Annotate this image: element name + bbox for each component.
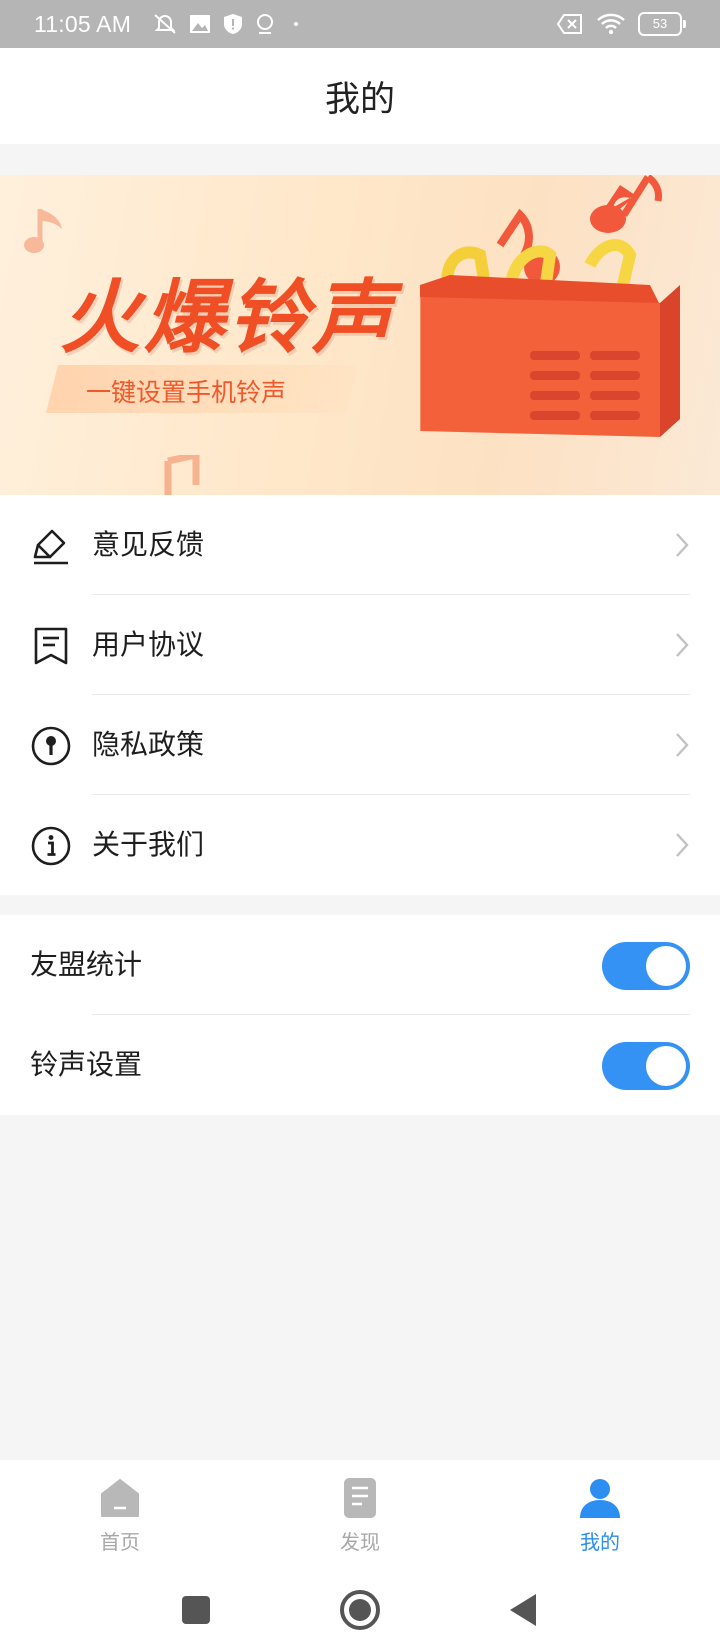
tab-label-discover: 发现 — [340, 1530, 380, 1554]
home-button-icon[interactable] — [338, 1588, 382, 1632]
banner-title: 火爆铃声 — [60, 271, 396, 364]
status-time: 11:05 AM — [34, 11, 132, 37]
ringtone-settings-toggle[interactable] — [602, 1042, 690, 1090]
menu-label-user-agreement: 用户协议 — [92, 628, 205, 661]
banner-subtitle: 一键设置手机铃声 — [86, 378, 287, 407]
umeng-stats-toggle[interactable] — [602, 942, 690, 990]
chevron-right-icon — [676, 533, 689, 557]
info-icon — [31, 826, 71, 866]
music-note-small-icon — [164, 455, 200, 495]
menu-item-user-agreement[interactable]: 用户协议 — [0, 595, 720, 695]
setting-label-umeng-stats: 友盟统计 — [30, 948, 143, 981]
status-bar: 11:05 AM 53 — [0, 0, 720, 48]
menu-item-about-us[interactable]: 关于我们 — [0, 795, 720, 895]
menu-list: 意见反馈 用户协议 隐私政策 关于我们 — [0, 495, 720, 895]
image-icon — [190, 15, 210, 33]
toggle-knob — [646, 1046, 686, 1086]
setting-ringtone: 铃声设置 — [0, 1015, 720, 1115]
location-icon — [257, 14, 273, 34]
chevron-right-icon — [676, 733, 689, 757]
sim-off-icon — [556, 14, 582, 34]
settings-list: 友盟统计 铃声设置 — [0, 915, 720, 1115]
toggle-knob — [646, 946, 686, 986]
bottom-nav: 首页 发现 我的 — [0, 1460, 720, 1570]
chevron-right-icon — [676, 633, 689, 657]
setting-umeng-stats: 友盟统计 — [0, 915, 720, 1015]
setting-label-ringtone: 铃声设置 — [30, 1048, 143, 1081]
chevron-right-icon — [676, 833, 689, 857]
menu-item-privacy-policy[interactable]: 隐私政策 — [0, 695, 720, 795]
menu-label-about-us: 关于我们 — [92, 828, 205, 861]
music-box-icon — [420, 175, 680, 437]
ringtone-banner[interactable]: 火爆铃声 一键设置手机铃声 — [0, 175, 720, 495]
privacy-lock-icon — [31, 726, 71, 766]
menu-label-feedback: 意见反馈 — [92, 528, 205, 561]
page-header: 我的 — [0, 48, 720, 144]
menu-label-privacy-policy: 隐私政策 — [92, 728, 205, 761]
discover-icon — [344, 1478, 376, 1518]
menu-item-feedback[interactable]: 意见反馈 — [0, 495, 720, 595]
wifi-icon — [597, 13, 625, 35]
profile-icon — [580, 1479, 620, 1518]
system-nav-bar — [0, 1570, 720, 1650]
page-title: 我的 — [324, 79, 395, 120]
shield-icon — [224, 14, 242, 34]
back-icon[interactable] — [502, 1588, 546, 1632]
tab-label-mine: 我的 — [580, 1530, 620, 1554]
tab-mine[interactable]: 我的 — [540, 1476, 660, 1555]
status-left-icons — [152, 12, 298, 36]
document-icon — [34, 627, 68, 665]
status-right-icons: 53 — [556, 12, 686, 36]
status-dot — [294, 22, 298, 26]
recent-apps-icon[interactable] — [174, 1588, 218, 1632]
tab-label-home: 首页 — [100, 1530, 140, 1554]
feedback-pen-icon — [33, 529, 68, 565]
music-note-icon — [24, 209, 62, 253]
mute-icon — [154, 14, 176, 34]
tab-discover[interactable]: 发现 — [300, 1476, 420, 1555]
tab-home[interactable]: 首页 — [60, 1476, 180, 1555]
battery-indicator: 53 — [638, 12, 686, 36]
home-icon — [101, 1479, 139, 1517]
